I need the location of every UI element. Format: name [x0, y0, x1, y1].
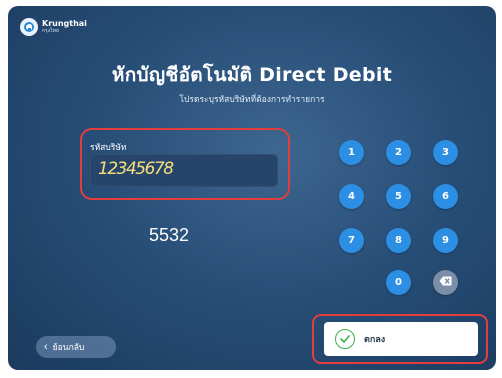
chevron-left-icon: ‹: [44, 340, 48, 353]
key-2[interactable]: 2: [386, 140, 411, 165]
key-7[interactable]: 7: [339, 228, 364, 253]
key-3[interactable]: 3: [433, 140, 458, 165]
key-1[interactable]: 1: [339, 140, 364, 165]
key-9[interactable]: 9: [433, 228, 458, 253]
key-0[interactable]: 0: [386, 270, 411, 295]
delete-key[interactable]: [433, 270, 458, 295]
back-button[interactable]: ‹ ย้อนกลับ: [36, 336, 116, 358]
key-6[interactable]: 6: [433, 184, 458, 209]
key-8[interactable]: 8: [386, 228, 411, 253]
key-5[interactable]: 5: [386, 184, 411, 209]
back-button-label: ย้อนกลับ: [52, 342, 85, 352]
ok-highlight-box: [312, 314, 488, 364]
backspace-icon: [439, 276, 452, 289]
atm-screen: Krungthai กรุงไทย หักบัญชีอัตโนมัติ Dire…: [8, 6, 496, 370]
key-4[interactable]: 4: [339, 184, 364, 209]
